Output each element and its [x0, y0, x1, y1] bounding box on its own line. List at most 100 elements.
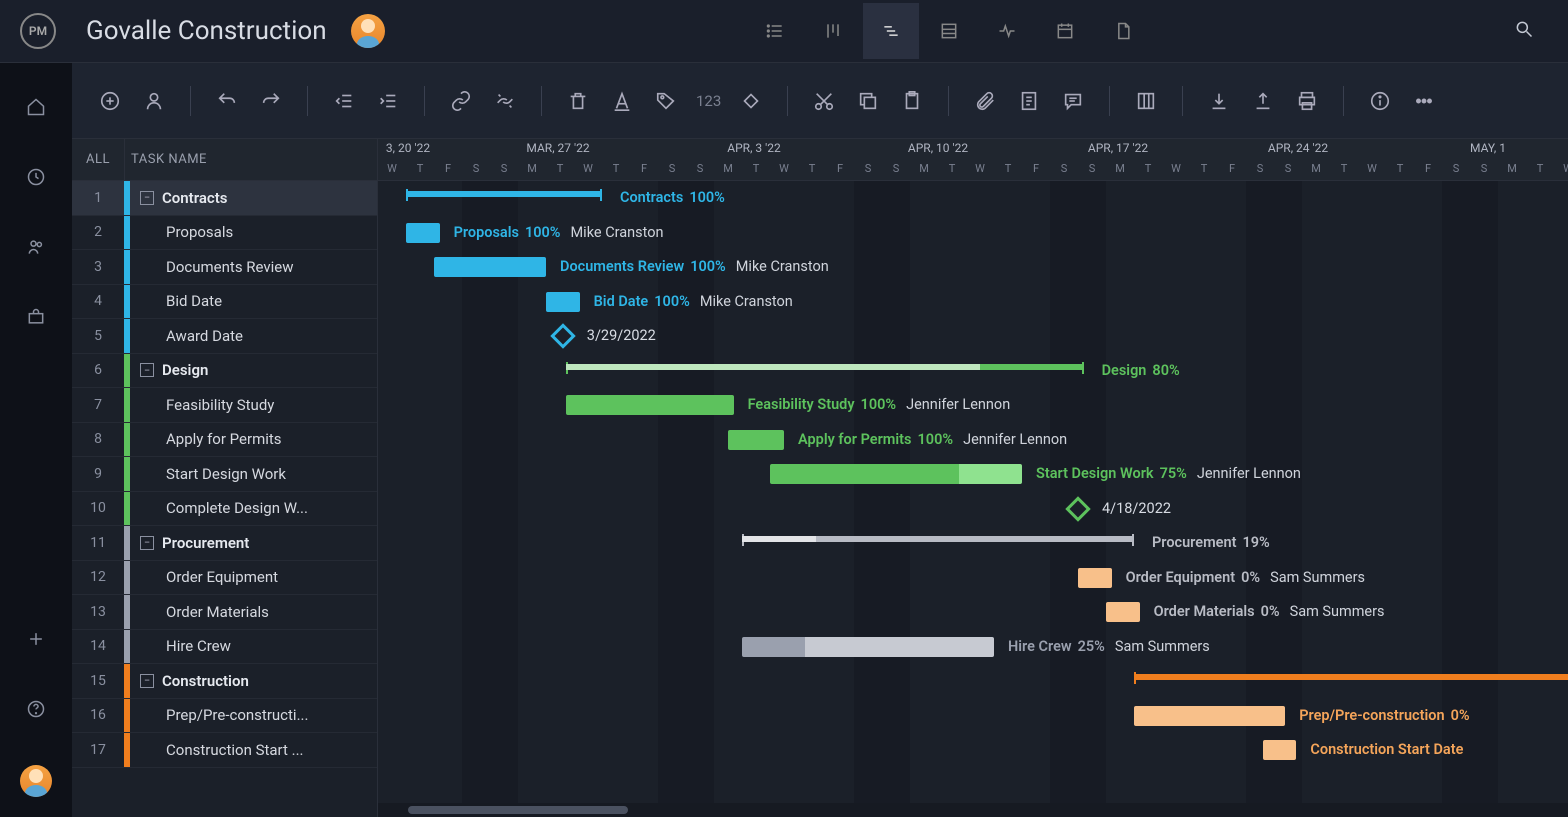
task-row[interactable]: 7 Feasibility Study	[72, 388, 377, 423]
gantt-bar-label: Feasibility Study100%Jennifer Lennon	[748, 396, 1011, 413]
milestone-marker[interactable]	[550, 323, 575, 348]
project-avatar[interactable]	[351, 14, 385, 48]
milestone-icon[interactable]	[737, 87, 765, 115]
horizontal-scrollbar[interactable]	[378, 803, 1568, 817]
view-file-icon[interactable]	[1095, 3, 1151, 59]
bar-title: Apply for Permits	[798, 431, 912, 448]
columns-icon[interactable]	[1132, 87, 1160, 115]
link-icon[interactable]	[447, 87, 475, 115]
more-icon[interactable]	[1410, 87, 1438, 115]
nav-recent-icon[interactable]	[22, 163, 50, 191]
outdent-icon[interactable]	[330, 87, 358, 115]
gantt-task-bar[interactable]	[1106, 602, 1140, 622]
gantt-task-bar[interactable]	[406, 223, 440, 243]
user-avatar[interactable]	[20, 765, 52, 797]
view-sheet-icon[interactable]	[921, 3, 977, 59]
view-calendar-icon[interactable]	[1037, 3, 1093, 59]
milestone-marker[interactable]	[1065, 496, 1090, 521]
task-row[interactable]: 17 Construction Start ...	[72, 733, 377, 768]
task-row[interactable]: 10 Complete Design W...	[72, 492, 377, 527]
search-button[interactable]	[1514, 19, 1548, 43]
cut-icon[interactable]	[810, 87, 838, 115]
export-icon[interactable]	[1249, 87, 1277, 115]
task-row[interactable]: 9 Start Design Work	[72, 457, 377, 492]
gantt-task-bar[interactable]	[770, 464, 1022, 484]
task-row[interactable]: 1 − Contracts	[72, 181, 377, 216]
task-row[interactable]: 11 − Procurement	[72, 526, 377, 561]
row-number: 7	[72, 397, 124, 413]
app-logo[interactable]: PM	[20, 13, 56, 49]
gantt-bar-label: Contracts100%	[620, 189, 725, 206]
collapse-toggle-icon[interactable]: −	[140, 674, 154, 688]
task-row[interactable]: 6 − Design	[72, 354, 377, 389]
bar-title: Contracts	[620, 189, 683, 206]
assign-icon[interactable]	[140, 87, 168, 115]
nav-team-icon[interactable]	[22, 233, 50, 261]
view-list-icon[interactable]	[747, 3, 803, 59]
paste-icon[interactable]	[898, 87, 926, 115]
task-row[interactable]: 4 Bid Date	[72, 285, 377, 320]
task-row[interactable]: 15 − Construction	[72, 664, 377, 699]
gantt-task-bar[interactable]	[566, 395, 734, 415]
column-task-name[interactable]: TASK NAME	[125, 152, 207, 167]
nav-home-icon[interactable]	[22, 93, 50, 121]
add-task-icon[interactable]	[96, 87, 124, 115]
row-number: 8	[72, 431, 124, 447]
task-color-bar	[124, 561, 130, 595]
gantt-chart[interactable]: 3, 20 '22MAR, 27 '22APR, 3 '22APR, 10 '2…	[378, 139, 1568, 817]
task-row[interactable]: 8 Apply for Permits	[72, 423, 377, 458]
gantt-task-bar[interactable]	[434, 257, 546, 277]
gantt-task-bar[interactable]	[742, 637, 994, 657]
undo-icon[interactable]	[213, 87, 241, 115]
task-row[interactable]: 3 Documents Review	[72, 250, 377, 285]
redo-icon[interactable]	[257, 87, 285, 115]
view-board-icon[interactable]	[805, 3, 861, 59]
task-row[interactable]: 14 Hire Crew	[72, 630, 377, 665]
gantt-group-bar[interactable]	[1134, 674, 1568, 680]
nav-portfolio-icon[interactable]	[22, 303, 50, 331]
task-row[interactable]: 5 Award Date	[72, 319, 377, 354]
unlink-icon[interactable]	[491, 87, 519, 115]
task-name-label: Apply for Permits	[166, 430, 377, 448]
collapse-toggle-icon[interactable]: −	[140, 191, 154, 205]
import-icon[interactable]	[1205, 87, 1233, 115]
text-style-icon[interactable]	[608, 87, 636, 115]
view-activity-icon[interactable]	[979, 3, 1035, 59]
scrollbar-thumb[interactable]	[408, 806, 628, 814]
nav-add-icon[interactable]	[22, 625, 50, 653]
view-gantt-icon[interactable]	[863, 3, 919, 59]
task-row[interactable]: 12 Order Equipment	[72, 561, 377, 596]
collapse-toggle-icon[interactable]: −	[140, 363, 154, 377]
timeline-day-label: T	[1537, 162, 1544, 175]
notes-icon[interactable]	[1015, 87, 1043, 115]
task-name-label: Order Equipment	[166, 568, 377, 586]
copy-icon[interactable]	[854, 87, 882, 115]
gantt-body[interactable]: Contracts100%Proposals100%Mike CranstonD…	[378, 181, 1568, 817]
indent-icon[interactable]	[374, 87, 402, 115]
delete-icon[interactable]	[564, 87, 592, 115]
gantt-task-bar[interactable]	[1263, 740, 1297, 760]
gantt-task-bar[interactable]	[728, 430, 784, 450]
bar-percent: 100%	[525, 224, 561, 241]
task-row[interactable]: 13 Order Materials	[72, 595, 377, 630]
gantt-task-bar[interactable]	[1134, 706, 1285, 726]
column-all[interactable]: ALL	[72, 152, 124, 167]
gantt-task-bar[interactable]	[1078, 568, 1112, 588]
gantt-group-bar[interactable]	[406, 191, 602, 197]
print-icon[interactable]	[1293, 87, 1321, 115]
comment-icon[interactable]	[1059, 87, 1087, 115]
task-rows: 1 − Contracts2 Proposals3 Documents Revi…	[72, 181, 377, 817]
task-color-bar	[124, 250, 130, 284]
info-icon[interactable]	[1366, 87, 1394, 115]
bar-title: Design	[1102, 362, 1147, 379]
task-row[interactable]: 16 Prep/Pre-constructi...	[72, 699, 377, 734]
task-row[interactable]: 2 Proposals	[72, 216, 377, 251]
attachment-icon[interactable]	[971, 87, 999, 115]
nav-help-icon[interactable]	[22, 695, 50, 723]
collapse-toggle-icon[interactable]: −	[140, 536, 154, 550]
gantt-bar-label: Documents Review100%Mike Cranston	[560, 258, 829, 275]
gantt-bar-label: Proposals100%Mike Cranston	[454, 224, 664, 241]
gantt-task-bar[interactable]	[546, 292, 580, 312]
timeline-day-label: W	[387, 162, 397, 175]
tag-icon[interactable]	[652, 87, 680, 115]
